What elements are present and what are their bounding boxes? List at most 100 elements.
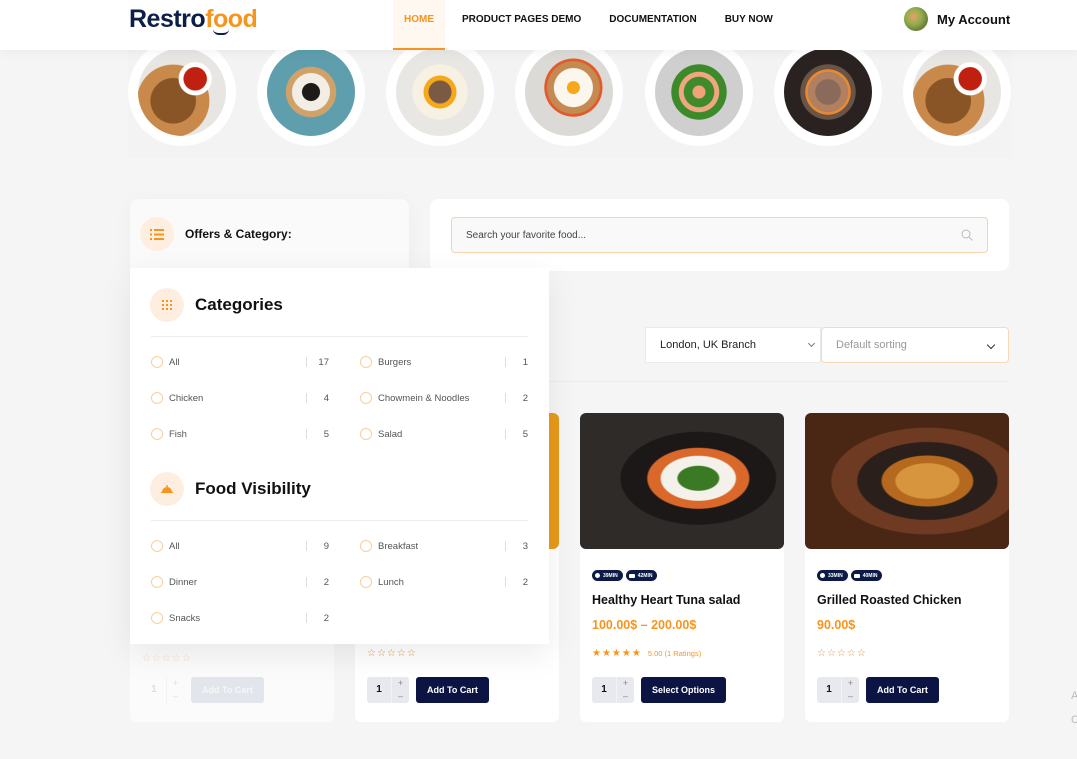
search-icon[interactable]	[961, 229, 973, 241]
category-circle[interactable]	[903, 38, 1011, 146]
minus-button[interactable]: –	[167, 690, 184, 703]
rating-stars: ☆☆☆☆☆	[367, 648, 417, 659]
plus-button[interactable]: +	[617, 677, 634, 690]
search-input[interactable]	[452, 218, 932, 252]
logo[interactable]: Restrofood	[129, 5, 258, 35]
offers-title: Offers & Category:	[185, 227, 292, 241]
category-circle[interactable]	[386, 38, 494, 146]
prep-time-badge: 39MIN	[592, 570, 623, 581]
rating-stars: ☆☆☆☆☆	[817, 648, 867, 659]
dish-image	[267, 48, 355, 136]
product-image[interactable]	[580, 413, 784, 549]
filter-bar: London, UK Branch Default sorting	[645, 327, 1009, 363]
minus-button[interactable]: –	[842, 690, 859, 703]
radio[interactable]	[151, 612, 163, 624]
edge-partial-text: AC	[1071, 690, 1077, 726]
radio[interactable]	[360, 356, 372, 368]
radio[interactable]	[360, 540, 372, 552]
category-circle[interactable]	[645, 38, 753, 146]
category-circle[interactable]	[128, 38, 236, 146]
add-to-cart-button[interactable]: Add To Cart	[416, 677, 489, 703]
nav-home[interactable]: HOME	[393, 0, 445, 50]
divider	[151, 336, 528, 337]
product-price: 90.00$	[817, 618, 856, 632]
category-option-chowmein-noodles[interactable]: Chowmein & Noodles 2	[360, 392, 528, 404]
truck-icon	[628, 573, 635, 578]
delivery-time-badge: 42MIN	[625, 570, 658, 581]
radio[interactable]	[151, 356, 163, 368]
quantity-stepper[interactable]: 1 + –	[592, 677, 634, 703]
visibility-option-snacks[interactable]: Snacks 2	[151, 612, 329, 624]
clock-icon	[820, 573, 825, 578]
sorting-select[interactable]: Default sorting	[821, 327, 1009, 363]
visibility-option-dinner[interactable]: Dinner 2	[151, 576, 329, 588]
truck-icon	[853, 573, 860, 578]
minus-button[interactable]: –	[392, 690, 409, 703]
select-options-button[interactable]: Select Options	[641, 677, 727, 703]
nav-buy-now[interactable]: BUY NOW	[714, 0, 784, 50]
product-name[interactable]: Grilled Roasted Chicken	[817, 593, 961, 607]
nav-documentation[interactable]: DOCUMENTATION	[598, 0, 707, 50]
rating-stars: ★★★★★	[592, 648, 642, 659]
product-name[interactable]: Healthy Heart Tuna salad	[592, 593, 740, 607]
category-circle[interactable]	[774, 38, 882, 146]
delivery-time-badge: 40MIN	[850, 570, 883, 581]
plus-button[interactable]: +	[167, 677, 184, 690]
chevron-down-icon	[807, 339, 816, 348]
search-box	[451, 217, 988, 253]
product-card[interactable]: 39MIN 42MIN Healthy Heart Tuna salad 100…	[580, 413, 784, 722]
quantity-stepper[interactable]: 1 + –	[367, 677, 409, 703]
rating-text: 5.00 (1 Ratings)	[647, 649, 702, 658]
chevron-down-icon	[986, 340, 996, 350]
logo-smile-icon	[213, 29, 229, 35]
plus-button[interactable]: +	[842, 677, 859, 690]
category-option-fish[interactable]: Fish 5	[151, 428, 329, 440]
category-dropdown: Categories All 17 Burgers 1 Chicken 4 Chowm…	[130, 268, 549, 644]
site-header: Restrofood HOME PRODUCT PAGES DEMO DOCUM…	[0, 0, 1077, 50]
dish-image	[913, 48, 1001, 136]
visibility-option-lunch[interactable]: Lunch 2	[360, 576, 528, 588]
my-account-link[interactable]: My Account	[904, 7, 1010, 31]
rating-stars: ☆☆☆☆☆	[142, 653, 192, 664]
quantity-stepper[interactable]: 1 + –	[142, 677, 184, 703]
plus-button[interactable]: +	[392, 677, 409, 690]
category-option-salad[interactable]: Salad 5	[360, 428, 528, 440]
quantity-stepper[interactable]: 1 + –	[817, 677, 859, 703]
radio[interactable]	[151, 576, 163, 588]
category-option-chicken[interactable]: Chicken 4	[151, 392, 329, 404]
add-to-cart-button[interactable]: Add To Cart	[191, 677, 264, 703]
grid-dots-icon	[150, 288, 184, 322]
clock-icon	[595, 573, 600, 578]
time-badges: 33MIN 40MIN	[817, 570, 885, 581]
product-image[interactable]	[805, 413, 1009, 549]
radio[interactable]	[151, 428, 163, 440]
radio[interactable]	[151, 392, 163, 404]
product-price: 100.00$ – 200.00$	[592, 618, 697, 632]
product-card[interactable]: 33MIN 40MIN Grilled Roasted Chicken 90.0…	[805, 413, 1009, 722]
nav-product-pages-demo[interactable]: PRODUCT PAGES DEMO	[451, 0, 592, 50]
category-carousel	[128, 38, 1012, 158]
category-option-all[interactable]: All 17	[151, 356, 329, 368]
dish-image	[138, 48, 226, 136]
branch-select[interactable]: London, UK Branch	[645, 327, 821, 363]
rating: ★★★★★ 5.00 (1 Ratings)	[592, 648, 701, 659]
category-circle[interactable]	[257, 38, 365, 146]
cloche-icon	[150, 472, 184, 506]
radio[interactable]	[360, 576, 372, 588]
add-to-cart-button[interactable]: Add To Cart	[866, 677, 939, 703]
food-visibility-heading: Food Visibility	[150, 472, 311, 506]
visibility-option-all[interactable]: All 9	[151, 540, 329, 552]
dish-image	[655, 48, 743, 136]
offers-category-toggle[interactable]: Offers & Category:	[130, 199, 409, 274]
radio[interactable]	[360, 392, 372, 404]
prep-time-badge: 33MIN	[817, 570, 848, 581]
divider	[151, 520, 528, 521]
minus-button[interactable]: –	[617, 690, 634, 703]
category-circle[interactable]	[515, 38, 623, 146]
avatar	[904, 7, 928, 31]
dish-image	[525, 48, 613, 136]
radio[interactable]	[360, 428, 372, 440]
visibility-option-breakfast[interactable]: Breakfast 3	[360, 540, 528, 552]
radio[interactable]	[151, 540, 163, 552]
category-option-burgers[interactable]: Burgers 1	[360, 356, 528, 368]
